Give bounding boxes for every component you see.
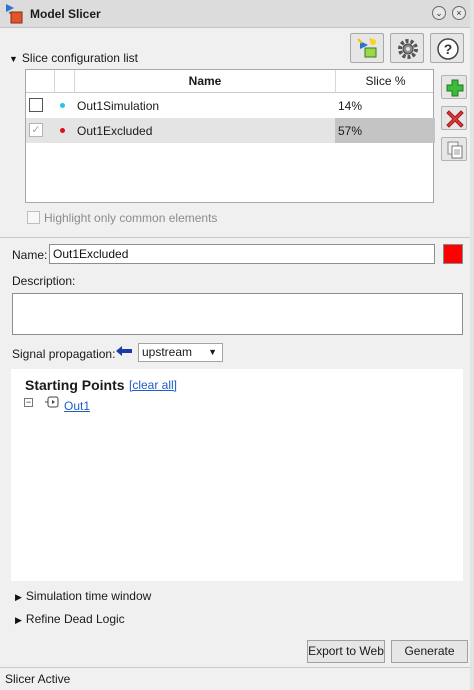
export-to-web-button[interactable]: Export to Web (307, 640, 385, 663)
help-icon: ? (437, 38, 459, 60)
description-label: Description: (12, 274, 76, 288)
outport-block-icon (44, 396, 62, 411)
svg-text:?: ? (444, 41, 453, 57)
status-text: Slicer Active (5, 672, 71, 686)
highlight-slice-icon (357, 38, 377, 58)
highlight-common-label: Highlight only common elements (44, 211, 218, 225)
gear-icon (398, 39, 418, 59)
add-icon (446, 79, 464, 97)
simulation-time-window-toggle[interactable]: ▶ Simulation time window (15, 589, 151, 603)
help-button[interactable]: ? (430, 33, 464, 63)
window-title: Model Slicer (30, 7, 101, 21)
starting-points-panel: Starting Points [clear all] − Out1 (11, 369, 463, 581)
table-header: Name Slice % (26, 70, 433, 93)
chevron-collapse-icon[interactable]: ⌄ (432, 6, 446, 20)
copy-slice-button[interactable] (441, 137, 467, 161)
highlight-slice-button[interactable] (350, 33, 384, 63)
close-icon[interactable]: × (452, 6, 466, 20)
name-label: Name: (12, 248, 48, 262)
triangle-right-icon: ▶ (15, 615, 22, 625)
highlight-common-checkbox[interactable] (27, 211, 40, 224)
slice-config-label: Slice configuration list (21, 51, 138, 65)
name-input[interactable] (49, 244, 435, 264)
clear-all-link[interactable]: [clear all] (129, 378, 177, 392)
starting-points-title: Starting Points (25, 377, 125, 393)
description-textarea[interactable] (12, 293, 463, 335)
add-slice-button[interactable] (441, 75, 467, 99)
window-edge (470, 0, 474, 690)
arrow-left-icon (115, 345, 133, 360)
column-header-name[interactable]: Name (75, 70, 335, 93)
simulation-time-window-label: Simulation time window (25, 589, 152, 603)
slice-config-table: Name Slice % Out1Simulation 14% ✓ Out1Ex… (25, 69, 435, 203)
slice-config-toggle[interactable]: ▼ Slice configuration list (9, 51, 138, 65)
copy-icon (447, 141, 463, 159)
signal-propagation-select[interactable]: upstream ▼ (138, 343, 223, 362)
row-name: Out1Simulation (77, 99, 160, 113)
status-bar: Slicer Active (0, 667, 474, 690)
tree-collapse-icon[interactable]: − (24, 398, 33, 407)
table-row[interactable]: Out1Simulation 14% (26, 93, 433, 118)
settings-button[interactable] (390, 33, 424, 63)
signal-propagation-label: Signal propagation: (12, 347, 116, 361)
refine-dead-logic-label: Refine Dead Logic (25, 612, 125, 626)
slice-color-dot (60, 128, 65, 133)
delete-icon (446, 110, 464, 128)
row-slice-pct: 57% (338, 124, 363, 138)
row-slice-pct: 14% (338, 99, 363, 113)
row-checkbox[interactable] (29, 98, 43, 112)
triangle-down-icon: ▼ (9, 54, 18, 64)
chevron-down-icon: ▼ (208, 347, 217, 357)
title-bar: Model Slicer ⌄ × (0, 0, 474, 28)
row-checkbox[interactable]: ✓ (29, 123, 43, 137)
model-slicer-icon (5, 3, 25, 25)
row-name: Out1Excluded (77, 124, 153, 138)
generate-slice-button[interactable]: Generate Slice (391, 640, 468, 679)
signal-propagation-value: upstream (142, 345, 193, 359)
slice-color-swatch[interactable] (443, 244, 463, 264)
column-header-slice-pct[interactable]: Slice % (336, 70, 435, 93)
triangle-right-icon: ▶ (15, 592, 22, 602)
table-row[interactable]: ✓ Out1Excluded 57% (26, 118, 435, 143)
starting-point-out1[interactable]: Out1 (64, 399, 90, 413)
refine-dead-logic-toggle[interactable]: ▶ Refine Dead Logic (15, 612, 125, 626)
delete-slice-button[interactable] (441, 106, 467, 130)
slice-color-dot (60, 103, 65, 108)
